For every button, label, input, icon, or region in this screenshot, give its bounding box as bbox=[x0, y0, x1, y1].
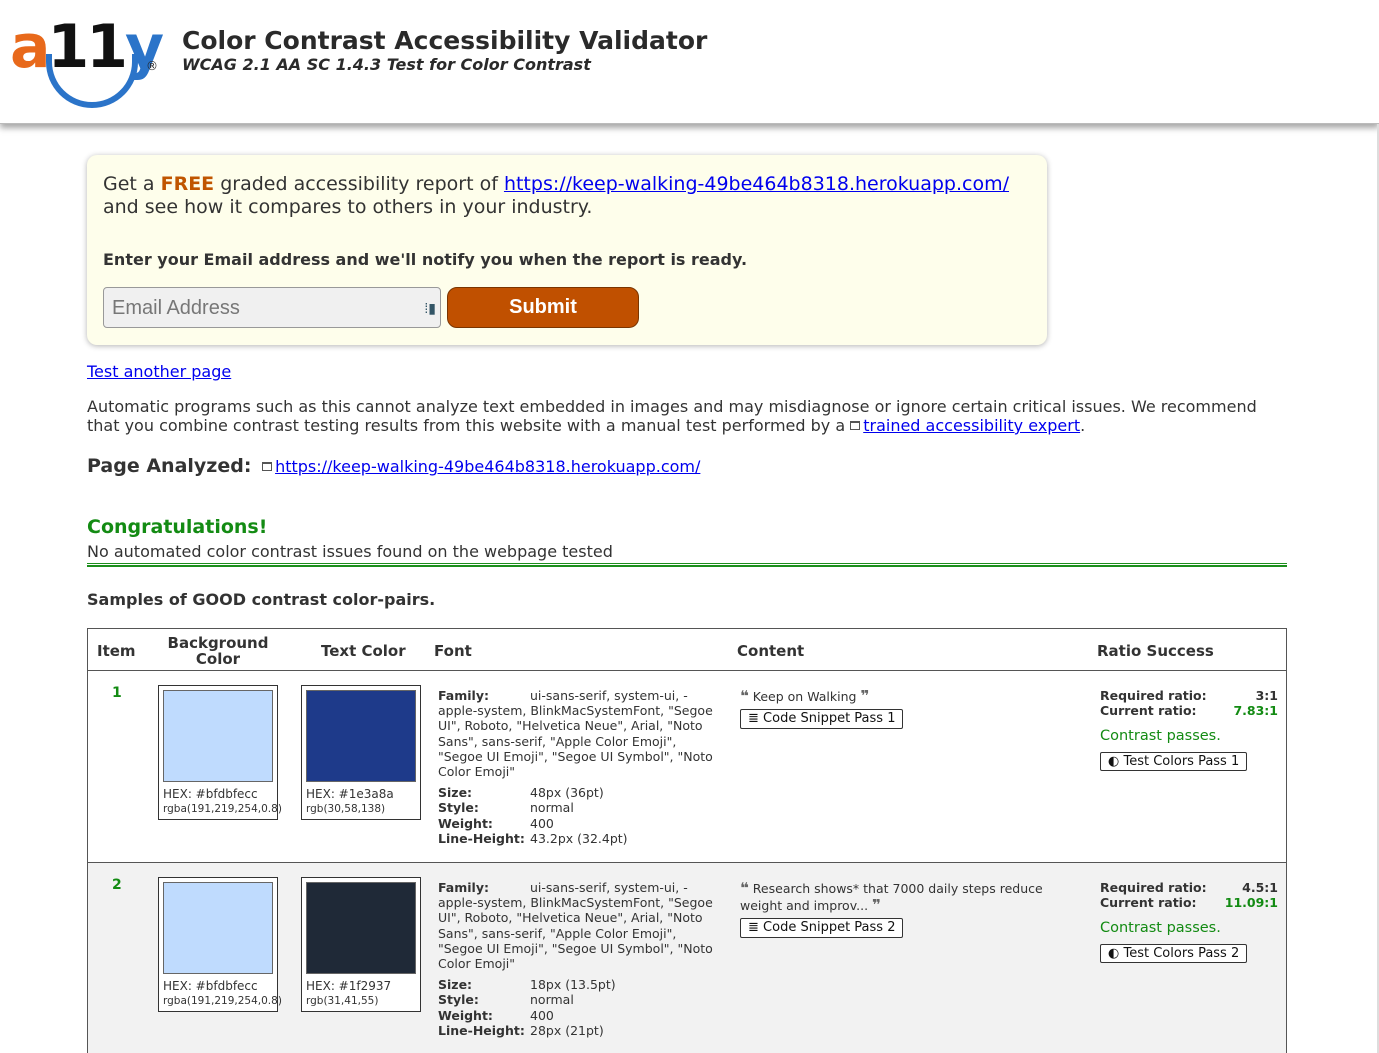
header-text-color: Text Color bbox=[321, 642, 406, 660]
background-rgba: rgba(191,219,254,0.8) bbox=[163, 995, 282, 1007]
email-placeholder: Email Address bbox=[112, 297, 240, 319]
report-promo-box: Get a FREE graded accessibility report o… bbox=[87, 155, 1047, 345]
open-quote-icon: ❝ bbox=[740, 879, 749, 897]
test-colors-button[interactable]: ◐ Test Colors Pass 1 bbox=[1100, 752, 1248, 771]
content-sample: Keep on Walking bbox=[752, 689, 857, 704]
page-analyzed-label: Page Analyzed: bbox=[87, 455, 252, 477]
open-quote-icon: ❝ bbox=[740, 687, 749, 705]
registered-mark: ® bbox=[146, 59, 158, 73]
line-height-value: 43.2px (32.4pt) bbox=[530, 830, 628, 846]
promo-line-1: Get a FREE graded accessibility report o… bbox=[103, 173, 1010, 195]
font-info: Family: ui-sans-serif, system-ui, - apple… bbox=[438, 880, 723, 1038]
text-color-hex: HEX: #1e3a8a bbox=[306, 787, 394, 801]
congratulations-heading: Congratulations! bbox=[87, 516, 268, 538]
font-style-value: normal bbox=[530, 992, 574, 1008]
promo-url-link[interactable]: https://keep-walking-49be464b8318.heroku… bbox=[504, 173, 1009, 195]
contrast-icon: ◐ bbox=[1108, 754, 1120, 769]
text-color-swatch bbox=[306, 690, 416, 782]
background-hex: HEX: #bfdbfecc bbox=[163, 979, 258, 993]
content-cell: ❝ Research shows* that 7000 daily steps … bbox=[740, 880, 1085, 938]
header-background-color: Background Color bbox=[167, 634, 269, 668]
header-ratio-success: Ratio Success bbox=[1097, 642, 1214, 660]
logo-text: a11y bbox=[10, 12, 164, 82]
ratio-cell: Required ratio: 4.5:1 Current ratio: 11.09… bbox=[1100, 880, 1278, 963]
font-size-value: 18px (13.5pt) bbox=[530, 977, 616, 993]
font-info: Family: ui-sans-serif, system-ui, - apple… bbox=[438, 688, 723, 846]
divider bbox=[87, 563, 1287, 567]
list-icon: ≣ bbox=[748, 920, 759, 935]
code-snippet-button[interactable]: ≣ Code Snippet Pass 2 bbox=[740, 918, 904, 938]
free-badge: FREE bbox=[160, 173, 215, 195]
text-color-swatch bbox=[306, 882, 416, 974]
ratio-cell: Required ratio: 3:1 Current ratio: 7.83:1 … bbox=[1100, 688, 1278, 771]
line-height-value: 28px (21pt) bbox=[530, 1022, 604, 1038]
text-color-rgb: rgb(31,41,55) bbox=[306, 995, 379, 1007]
background-swatch-box: HEX: #bfdbfecc rgba(191,219,254,0.8) bbox=[158, 685, 282, 820]
contrast-passes: Contrast passes. bbox=[1100, 920, 1221, 936]
test-another-page-link[interactable]: Test another page bbox=[87, 362, 231, 381]
contrast-icon: ◐ bbox=[1108, 946, 1120, 961]
promo-line-2: and see how it compares to others in you… bbox=[103, 196, 593, 218]
font-family-value-rest: apple-system, BlinkMacSystemFont, "Segoe… bbox=[438, 895, 713, 972]
header-item: Item bbox=[97, 642, 136, 660]
contrast-passes: Contrast passes. bbox=[1100, 728, 1221, 744]
required-ratio: 4.5:1 bbox=[1242, 880, 1278, 895]
item-number: 2 bbox=[112, 877, 122, 893]
header-font: Font bbox=[434, 642, 472, 660]
test-colors-button[interactable]: ◐ Test Colors Pass 2 bbox=[1100, 944, 1248, 963]
email-input[interactable]: Email Address ⁞▮ bbox=[103, 287, 441, 328]
close-quote-icon: ❞ bbox=[860, 687, 870, 705]
font-family-value-rest: apple-system, BlinkMacSystemFont, "Segoe… bbox=[438, 703, 713, 780]
results-table: Item Background Color Text Color Font Co… bbox=[87, 628, 1287, 1053]
close-quote-icon: ❞ bbox=[872, 896, 881, 914]
table-row: 2 HEX: #bfdbfecc rgba(191,219,254,0.8) H… bbox=[88, 863, 1286, 1053]
submit-button[interactable]: Submit bbox=[447, 287, 639, 328]
background-hex: HEX: #bfdbfecc bbox=[163, 787, 258, 801]
code-snippet-button[interactable]: ≣ Code Snippet Pass 1 bbox=[740, 709, 904, 729]
page-subtitle: WCAG 2.1 AA SC 1.4.3 Test for Color Cont… bbox=[182, 55, 591, 74]
background-swatch-box: HEX: #bfdbfecc rgba(191,219,254,0.8) bbox=[158, 877, 282, 1012]
table-header: Item Background Color Text Color Font Co… bbox=[88, 629, 1286, 671]
content-cell: ❝ Keep on Walking ❞ ≣ Code Snippet Pass … bbox=[740, 688, 1085, 729]
item-number: 1 bbox=[112, 685, 122, 701]
font-weight-value: 400 bbox=[530, 815, 554, 831]
analyzed-url-link[interactable]: https://keep-walking-49be464b8318.heroku… bbox=[275, 457, 700, 476]
font-family-value: ui-sans-serif, system-ui, - bbox=[530, 688, 688, 703]
external-link-icon bbox=[850, 421, 861, 430]
site-header: a11y ® Color Contrast Accessibility Vali… bbox=[0, 0, 1379, 124]
text-color-hex: HEX: #1f2937 bbox=[306, 979, 392, 993]
notify-instructions: Enter your Email address and we'll notif… bbox=[103, 250, 748, 269]
page-title: Color Contrast Accessibility Validator bbox=[182, 26, 708, 55]
text-color-swatch-box: HEX: #1f2937 rgb(31,41,55) bbox=[301, 877, 421, 1012]
header-content: Content bbox=[737, 642, 805, 660]
current-ratio: 7.83:1 bbox=[1233, 703, 1278, 718]
disclaimer-text: Automatic programs such as this cannot a… bbox=[87, 397, 1257, 435]
background-swatch bbox=[163, 882, 273, 974]
a11y-logo[interactable]: a11y ® bbox=[10, 12, 164, 110]
text-color-swatch-box: HEX: #1e3a8a rgb(30,58,138) bbox=[301, 685, 421, 820]
samples-heading: Samples of GOOD contrast color-pairs. bbox=[87, 590, 436, 609]
required-ratio: 3:1 bbox=[1255, 688, 1278, 703]
content-sample: Research shows* that 7000 daily steps re… bbox=[740, 881, 1043, 913]
page-analyzed: Page Analyzed: https://keep-walking-49be… bbox=[87, 455, 700, 477]
current-ratio: 11.09:1 bbox=[1224, 895, 1278, 910]
font-style-value: normal bbox=[530, 800, 574, 816]
background-rgba: rgba(191,219,254,0.8) bbox=[163, 803, 282, 815]
background-swatch bbox=[163, 690, 273, 782]
font-family-value: ui-sans-serif, system-ui, - bbox=[530, 880, 688, 895]
font-weight-value: 400 bbox=[530, 1007, 554, 1023]
list-icon: ≣ bbox=[748, 711, 759, 726]
font-size-value: 48px (36pt) bbox=[530, 785, 604, 801]
table-row: 1 HEX: #bfdbfecc rgba(191,219,254,0.8) H… bbox=[88, 671, 1286, 863]
external-link-icon bbox=[262, 462, 273, 471]
autofill-icon[interactable]: ⁞▮ bbox=[424, 300, 436, 317]
text-color-rgb: rgb(30,58,138) bbox=[306, 803, 386, 815]
accessibility-expert-link[interactable]: trained accessibility expert bbox=[863, 416, 1080, 435]
result-message: No automated color contrast issues found… bbox=[87, 542, 613, 561]
